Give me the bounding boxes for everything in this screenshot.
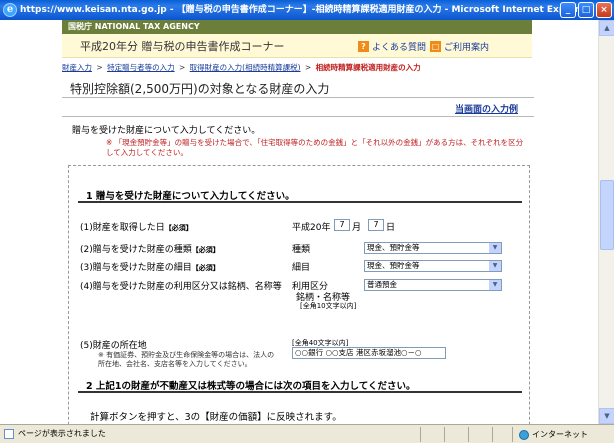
breadcrumb-current: 相続時精算課税適用財産の入力 [315,63,421,72]
status-divider [468,427,469,442]
breadcrumb-item[interactable]: 財産入力 [62,63,92,72]
location-label: (5)財産の所在地 [80,341,147,351]
page-icon [4,429,14,439]
chevron-down-icon: ▼ [489,243,501,253]
intro-text: 贈与を受けた財産について入力してください。 [72,126,261,136]
row-label: (2)贈与を受けた財産の種類 [80,245,192,255]
asset-detail-select[interactable]: 現金、預貯金等 ▼ [364,260,502,272]
scroll-thumb[interactable] [600,180,614,250]
row-label: (3)贈与を受けた財産の細目 [80,263,192,273]
select-value: 普通預金 [367,280,397,289]
asset-detail-label: (3)贈与を受けた財産の細目【必須】 [80,260,220,273]
breadcrumb-item[interactable]: 取得財産の入力(相続時精算課税) [190,63,301,72]
location-input[interactable]: ○○銀行 ○○支店 港区赤坂溜池○－○ [292,347,446,359]
window-title: https://www.keisan.nta.go.jp - 【贈与税の申告書作… [20,5,590,15]
required-tag: 【必須】 [191,264,220,272]
section-divider [78,201,522,203]
agency-banner: 国税庁 NATIONAL TAX AGENCY [62,20,532,34]
input-example-link[interactable]: 当画面の入力例 [455,102,518,115]
warning-note: ※ 「現金預貯金等」の贈与を受けた場合で、「住宅取得等のための金銭」と「それ以外… [106,138,524,157]
chevron-down-icon: ▼ [489,261,501,271]
usage-select[interactable]: 普通預金 ▼ [364,279,502,291]
window-titlebar: e https://www.keisan.nta.go.jp - 【贈与税の申告… [0,0,614,20]
guide-label: ご利用案内 [444,43,490,53]
location-note: ※ 有価証券、預貯金及び生命保険金等の場合は、法人の所在地、会社名、支店名等を入… [98,351,275,368]
book-icon: □ [430,41,441,52]
required-tag: 【必須】 [191,246,220,254]
acquired-date-label: (1)財産を取得した日【必須】 [80,220,193,233]
month-unit: 月 [352,223,362,233]
required-tag: 【必須】 [164,224,193,232]
char-limit-note: [全角10文字以内] [300,302,357,310]
breadcrumb-separator: > [178,63,186,72]
select-value: 現金、預貯金等 [367,243,420,252]
section1-title: 1 贈与を受けた財産について入力してください。 [86,191,295,202]
status-divider [444,427,445,442]
section2-text: 計算ボタンを押すと、3の【財産の価額】に反映されます。 [90,412,342,423]
status-text: ページが表示されました [18,429,106,438]
globe-icon [519,429,529,440]
guide-link[interactable]: □ ご利用案内 [430,40,489,53]
chevron-down-icon: ▼ [489,280,501,290]
breadcrumb-item[interactable]: 特定贈与者等の入力 [107,63,175,72]
faq-label: よくある質問 [372,43,427,53]
scroll-down-icon[interactable]: ▼ [599,408,614,424]
status-divider [420,427,421,442]
asset-type-select[interactable]: 現金、預貯金等 ▼ [364,242,502,254]
page-content: 国税庁 NATIONAL TAX AGENCY 平成20年分 贈与税の申告書作成… [0,20,598,424]
app-header: 平成20年分 贈与税の申告書作成コーナー ? よくある質問 □ ご利用案内 [62,34,532,58]
close-button[interactable]: × [596,2,612,18]
day-unit: 日 [386,223,396,233]
vertical-scrollbar[interactable]: ▲ ▼ [598,20,614,424]
divider [62,116,534,117]
era-label: 平成20年 [292,223,331,233]
divider [62,97,534,98]
minimize-button[interactable]: _ [560,2,576,18]
scroll-up-icon[interactable]: ▲ [599,20,614,36]
breadcrumb: 財産入力 > 特定贈与者等の入力 > 取得財産の入力(相続時精算課税) > 相続… [62,62,532,73]
breadcrumb-separator: > [304,63,312,72]
day-input[interactable]: 7 [368,219,384,231]
section2-title: 2 上記1の財産が不動産又は株式等の場合には次の項目を入力してください。 [86,381,416,392]
question-icon: ? [358,41,369,52]
select-value: 現金、預貯金等 [367,261,420,270]
row-label: (1)財産を取得した日 [80,223,165,233]
asset-type-label: (2)贈与を受けた財産の種類【必須】 [80,242,220,255]
usage-label: (4)贈与を受けた財産の利用区分又は銘柄、名称等 [80,282,282,292]
month-input[interactable]: 7 [334,219,350,231]
type-field-label: 種類 [292,245,311,255]
ie-icon: e [3,3,17,17]
breadcrumb-separator: > [96,63,103,72]
app-title: 平成20年分 贈与税の申告書作成コーナー [80,40,285,53]
detail-field-label: 細目 [292,263,311,273]
security-zone: インターネット [512,427,588,442]
maximize-button[interactable]: □ [578,2,594,18]
zone-label: インターネット [532,430,588,439]
page-title: 特別控除額(2,500万円)の対象となる財産の入力 [70,82,330,96]
status-divider [492,427,493,442]
section-divider [78,391,522,393]
status-bar: ページが表示されました インターネット [0,424,614,443]
faq-link[interactable]: ? よくある質問 [358,40,426,53]
